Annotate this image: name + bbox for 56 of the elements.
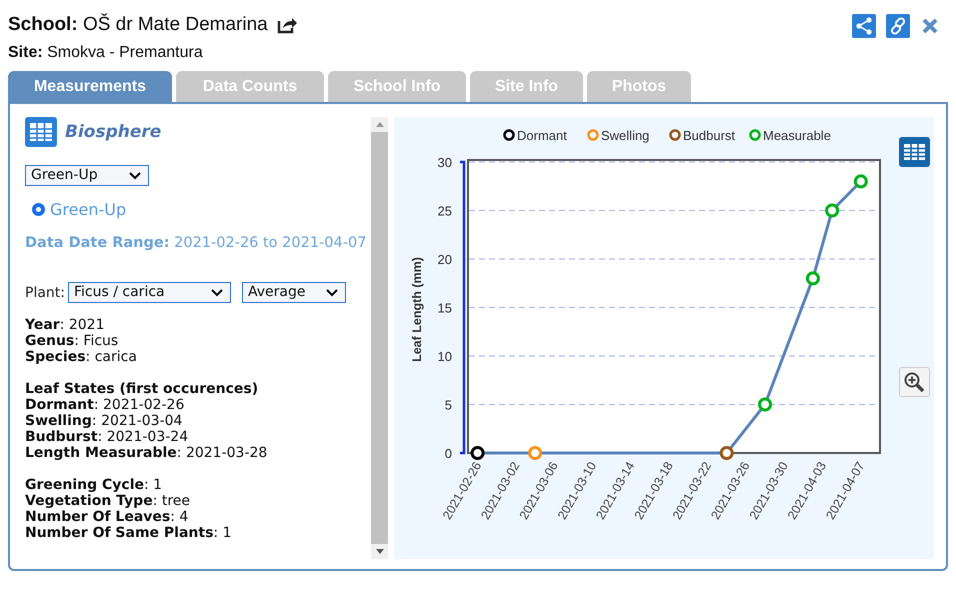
info-line: Genus: Ficus	[25, 333, 120, 349]
y-tick-label: 20	[438, 252, 452, 267]
y-tick-label: 25	[438, 204, 452, 218]
legend-item[interactable]: Dormant	[503, 128, 567, 143]
y-tick-label: 10	[438, 349, 452, 364]
legend-item[interactable]: Swelling	[587, 128, 650, 143]
info-line: Budburst: 2021-03-24	[25, 429, 190, 445]
y-tick-label: 30	[438, 155, 452, 170]
legend-label: Budburst	[683, 128, 736, 143]
data-point	[806, 271, 820, 286]
legend-label: Dormant	[517, 128, 568, 143]
info-line: Swelling: 2021-03-04	[25, 413, 184, 429]
protocol-dropdown[interactable]: Green-Up	[25, 165, 149, 186]
caret-icon[interactable]	[326, 289, 338, 297]
legend-label: Measurable	[763, 128, 831, 143]
close-icon[interactable]	[920, 16, 940, 36]
info-line: Greening Cycle: 1	[25, 477, 164, 493]
protocol-title: Biosphere	[65, 122, 162, 142]
external-link-icon[interactable]	[276, 16, 298, 34]
legend-item[interactable]: Measurable	[749, 128, 831, 143]
caret-icon[interactable]	[129, 172, 141, 180]
y-axis-title: Leaf Length (mm)	[410, 257, 424, 362]
y-tick-label: 0	[444, 446, 452, 461]
data-point	[720, 446, 734, 460]
date-range: Data Date Range: 2021-02-26 to 2021-04-07	[25, 235, 368, 251]
zoom-in-button[interactable]	[898, 367, 930, 397]
table-icon[interactable]	[25, 117, 57, 147]
info-line: Number Of Leaves: 4	[25, 509, 190, 525]
caret-icon[interactable]	[211, 289, 223, 297]
data-point	[825, 204, 840, 218]
legend-label: Swelling	[601, 128, 650, 143]
average-dropdown[interactable]: Average	[242, 282, 346, 303]
info-heading: Leaf States (first occurences)	[25, 381, 260, 397]
info-line: Length Measurable: 2021-03-28	[25, 445, 268, 461]
site-name: Site: Smokva - Premantura	[8, 44, 204, 62]
data-point	[854, 174, 868, 188]
scroll-down-icon[interactable]	[374, 548, 384, 556]
plant-dropdown[interactable]: Ficus / carica	[68, 282, 231, 303]
data-point	[758, 398, 772, 412]
info-line: Vegetation Type: tree	[25, 493, 192, 509]
info-line: Year: 2021	[25, 317, 106, 333]
info-line: Species: carica	[25, 349, 138, 365]
info-line: Dormant: 2021-02-26	[25, 397, 186, 413]
plant-label: Plant:	[25, 284, 65, 300]
y-tick-label: 5	[444, 398, 452, 412]
data-point	[470, 446, 485, 460]
share-icon[interactable]	[852, 14, 876, 38]
scrollbar[interactable]	[371, 117, 388, 559]
link-icon[interactable]	[886, 14, 910, 38]
radio-button[interactable]	[32, 203, 45, 216]
table-icon[interactable]	[898, 137, 930, 167]
legend-item[interactable]: Budburst	[669, 128, 736, 143]
school-name: School: OŠ dr Mate Demarina	[8, 14, 268, 36]
y-tick-label: 15	[438, 300, 452, 316]
info-line: Number Of Same Plants: 1	[25, 525, 232, 541]
data-point	[528, 446, 542, 460]
